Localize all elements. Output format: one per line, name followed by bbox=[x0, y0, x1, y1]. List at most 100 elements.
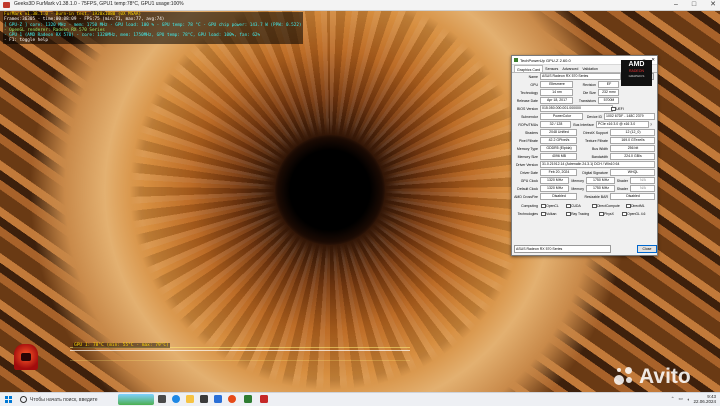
tab-validation[interactable]: Validation bbox=[580, 65, 600, 72]
memory-size-label: Memory Size bbox=[517, 154, 538, 159]
digital-signature-label: Digital Signature bbox=[582, 170, 608, 175]
crossfire-field[interactable]: Disabled bbox=[540, 193, 577, 201]
task-view-icon[interactable] bbox=[158, 395, 166, 403]
gpu-select-dropdown[interactable]: ASUS Radeon RX 570 Series bbox=[514, 245, 611, 253]
bandwidth-label: Bandwidth bbox=[591, 154, 608, 159]
default-memory-label: Memory bbox=[571, 186, 584, 191]
driver-date-field[interactable]: Feb 20, 2024 bbox=[540, 169, 577, 177]
subvendor-field[interactable]: PowerColor bbox=[540, 113, 583, 121]
memory-clock-field[interactable]: 1750 MHz bbox=[586, 177, 615, 185]
close-button[interactable]: ✕ bbox=[710, 0, 716, 10]
network-icon[interactable]: ▭ bbox=[678, 396, 682, 402]
gpuz-taskbar-icon[interactable] bbox=[244, 395, 252, 403]
shaders-label: Shaders bbox=[524, 130, 538, 135]
revision-label: Revision bbox=[582, 82, 596, 87]
ray-tracing-checkbox: Ray Tracing bbox=[566, 211, 589, 217]
default-memory-field[interactable]: 1750 MHz bbox=[586, 185, 615, 193]
bandwidth-field[interactable]: 224.0 GB/s bbox=[610, 153, 655, 161]
uefi-checkbox: UEFI bbox=[611, 106, 624, 112]
taskbar-widget-image[interactable] bbox=[118, 394, 154, 405]
file-explorer-icon[interactable] bbox=[186, 395, 194, 403]
cuda-checkbox: CUDA bbox=[566, 203, 581, 209]
gpu-field[interactable]: Ellesmere bbox=[540, 81, 573, 89]
store-icon[interactable] bbox=[200, 395, 208, 403]
avito-logo-icon bbox=[612, 365, 636, 389]
texture-fillrate-field[interactable]: 169.0 GTexel/s bbox=[610, 137, 655, 145]
start-button[interactable] bbox=[5, 396, 12, 403]
browser-icon[interactable] bbox=[228, 395, 236, 403]
window-title: Geeks3D FurMark v1.38.1.0 - 75FPS, GPU1 … bbox=[14, 1, 184, 7]
furmark-taskbar-icon[interactable] bbox=[260, 395, 268, 403]
technologies-label: Technologies bbox=[517, 211, 538, 216]
vulkan-checkbox: Vulkan bbox=[541, 211, 556, 217]
default-clock-label: Default Clock bbox=[517, 186, 538, 191]
subvendor-label: Subvendor bbox=[521, 114, 538, 119]
device-id-field[interactable]: 1002 67DF - 148C 2379 bbox=[604, 113, 655, 121]
temperature-graph-label: GPU 1: 78°C (min: 55°C - max: 79°C) bbox=[73, 343, 170, 348]
directx-field[interactable]: 12 (12_0) bbox=[610, 129, 655, 137]
default-clock-field[interactable]: 1320 MHz bbox=[540, 185, 569, 193]
minimize-button[interactable]: – bbox=[674, 0, 678, 10]
taskbar-clock[interactable]: 9:43 22.06.2024 bbox=[693, 394, 716, 404]
bus-width-field[interactable]: 256 bit bbox=[610, 145, 655, 153]
crossfire-label: AMD CrossFire bbox=[514, 194, 538, 199]
gpu-clock-label: GPU Clock bbox=[520, 178, 538, 183]
technology-field[interactable]: 14 nm bbox=[540, 89, 573, 97]
system-tray: ⌃ ▭ ◖ 9:43 22.06.2024 bbox=[671, 394, 716, 404]
die-size-field[interactable]: 232 mm² bbox=[598, 89, 619, 97]
fur-eye-pupil bbox=[275, 135, 385, 245]
tab-graphics-card[interactable]: Graphics Card bbox=[514, 65, 544, 72]
directcompute-checkbox: DirectCompute bbox=[592, 203, 620, 209]
rops-tmus-label: ROPs/TMUs bbox=[518, 122, 538, 127]
search-placeholder: Чтобы начать поиск, введите bbox=[30, 396, 98, 403]
bios-field[interactable]: 015.050.000.001.000000 bbox=[540, 105, 613, 113]
tab-sensors[interactable]: Sensors bbox=[543, 65, 560, 72]
chevron-up-icon[interactable]: ⌃ bbox=[671, 396, 675, 402]
maximize-button[interactable]: □ bbox=[692, 0, 696, 10]
default-shader-field[interactable]: N/A bbox=[630, 185, 655, 193]
driver-version-field[interactable]: 31.0.21912.14 (Adrenalin 24.3.1) DCH / W… bbox=[540, 161, 655, 169]
bios-label: BIOS Version bbox=[516, 106, 538, 111]
edge-browser-icon[interactable] bbox=[172, 395, 180, 403]
revision-field[interactable]: EF bbox=[598, 81, 619, 89]
memory-type-field[interactable]: GDDR5 (Elpida) bbox=[540, 145, 577, 153]
rops-tmus-field[interactable]: 32 / 128 bbox=[540, 121, 571, 129]
transistors-field[interactable]: 5700M bbox=[598, 97, 619, 105]
shader-clock-field[interactable]: N/A bbox=[630, 177, 655, 185]
device-id-label: Device ID bbox=[586, 114, 602, 119]
help-icon[interactable]: ? bbox=[647, 123, 652, 127]
gpuz-window: TechPowerUp GPU-Z 2.60.0 – ✕ Graphics Ca… bbox=[511, 55, 658, 256]
die-size-label: Die Size bbox=[582, 90, 596, 95]
gpu-clock-field[interactable]: 1320 MHz bbox=[540, 177, 569, 185]
volume-icon[interactable]: ◖ bbox=[687, 397, 690, 402]
transistors-label: Transistors bbox=[578, 98, 596, 103]
technology-label: Technology bbox=[520, 90, 538, 95]
amd-radeon-logo[interactable]: AMD RADEON GRAPHICS bbox=[621, 60, 652, 86]
digital-signature-field[interactable]: WHQL bbox=[610, 169, 655, 177]
tab-advanced[interactable]: Advanced bbox=[560, 65, 580, 72]
pixel-fillrate-field[interactable]: 42.2 GPixel/s bbox=[540, 137, 577, 145]
gpuz-close-button[interactable]: Close bbox=[637, 245, 657, 253]
memory-type-label: Memory Type bbox=[516, 146, 538, 151]
avito-watermark: Avito bbox=[612, 365, 691, 389]
gpuz-title: TechPowerUp GPU-Z 2.60.0 bbox=[520, 57, 571, 63]
driver-date-label: Driver Date bbox=[520, 170, 538, 175]
release-date-field[interactable]: Apr 18, 2017 bbox=[540, 97, 573, 105]
bus-width-label: Bus Width bbox=[592, 146, 608, 151]
shaders-field[interactable]: 2048 Unified bbox=[540, 129, 577, 137]
resizable-bar-label: Resizable BAR bbox=[584, 194, 608, 199]
name-field[interactable]: ASUS Radeon RX 570 Series bbox=[540, 73, 621, 81]
memory-size-field[interactable]: 4096 MB bbox=[540, 153, 577, 161]
texture-fillrate-label: Texture Fillrate bbox=[585, 138, 608, 143]
avito-text: Avito bbox=[639, 365, 691, 388]
taskbar-search[interactable]: Чтобы начать поиск, введите bbox=[20, 395, 118, 404]
bus-interface-field[interactable]: PCIe x16 3.0 @ x16 3.0 bbox=[596, 121, 649, 129]
mail-icon[interactable] bbox=[214, 395, 222, 403]
gpu-label: GPU bbox=[530, 82, 538, 87]
resizable-bar-field[interactable]: Disabled bbox=[610, 193, 655, 201]
gpuz-app-icon bbox=[514, 58, 518, 62]
windows-taskbar: Чтобы начать поиск, введите ⌃ ▭ ◖ 9:43 2… bbox=[0, 392, 720, 406]
directx-label: DirectX Support bbox=[583, 130, 608, 135]
window-title-bar[interactable]: Geeks3D FurMark v1.38.1.0 - 75FPS, GPU1 … bbox=[0, 0, 720, 11]
driver-version-label: Driver Version bbox=[516, 162, 538, 167]
